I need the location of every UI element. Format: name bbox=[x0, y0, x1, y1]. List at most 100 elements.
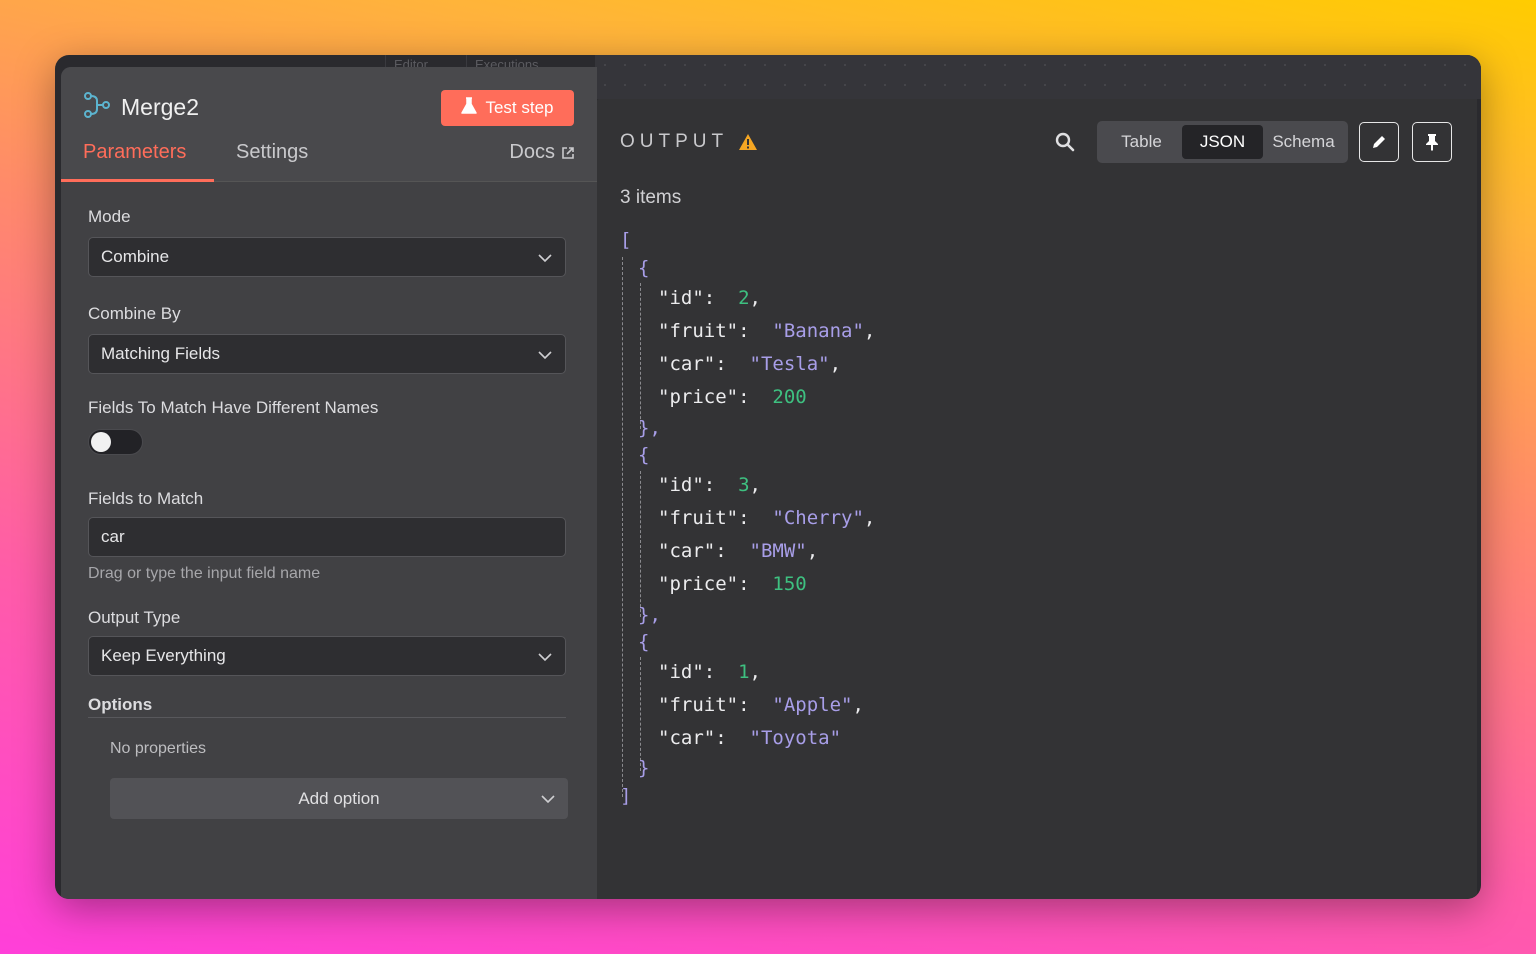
json-key: "car" bbox=[658, 353, 716, 375]
node-name[interactable]: Merge2 bbox=[121, 94, 199, 121]
json-line: "fruit": "Apple", bbox=[658, 694, 864, 716]
panel-header: Merge2 Test step Parameters Settings Doc… bbox=[61, 67, 597, 182]
fields-to-match-hint: Drag or type the input field name bbox=[88, 565, 321, 582]
node-title: Merge2 bbox=[83, 91, 199, 124]
workflow-canvas bbox=[595, 55, 1481, 99]
add-option-label: Add option bbox=[298, 788, 380, 808]
external-link-icon bbox=[562, 146, 574, 159]
json-value: "Banana" bbox=[772, 320, 864, 342]
mode-label: Mode bbox=[88, 207, 131, 226]
no-properties-text: No properties bbox=[110, 740, 207, 757]
json-value: 1 bbox=[738, 661, 750, 683]
combine-by-value: Matching Fields bbox=[101, 344, 221, 363]
view-schema[interactable]: Schema bbox=[1263, 125, 1344, 159]
parameters-panel: Merge2 Test step Parameters Settings Doc… bbox=[61, 67, 597, 899]
json-key: "id" bbox=[658, 474, 704, 496]
pin-data-button[interactable] bbox=[1412, 122, 1452, 162]
combine-by-select[interactable]: Matching Fields bbox=[88, 334, 566, 374]
json-key: "price" bbox=[658, 573, 739, 595]
json-close-array: ] bbox=[620, 785, 632, 807]
combine-by-label: Combine By bbox=[88, 304, 181, 323]
view-table[interactable]: Table bbox=[1101, 125, 1182, 159]
json-open-object: { bbox=[638, 257, 650, 279]
output-title: OUTPUT bbox=[620, 131, 729, 152]
chevron-down-icon bbox=[538, 351, 552, 360]
mode-value: Combine bbox=[101, 247, 170, 266]
chevron-down-icon bbox=[538, 254, 552, 263]
json-line: "car": "Tesla", bbox=[658, 353, 842, 375]
json-value: 150 bbox=[772, 573, 807, 595]
options-label: Options bbox=[88, 695, 153, 714]
json-key: "fruit" bbox=[658, 694, 739, 716]
output-type-value: Keep Everything bbox=[101, 646, 226, 665]
json-line: "fruit": "Banana", bbox=[658, 320, 876, 342]
tab-settings[interactable]: Settings bbox=[236, 141, 308, 164]
merge-node-icon bbox=[83, 91, 111, 124]
docs-label: Docs bbox=[509, 141, 555, 163]
json-open-object: { bbox=[638, 444, 650, 466]
toggle-knob bbox=[91, 432, 111, 452]
chevron-down-icon bbox=[541, 795, 555, 804]
pencil-icon bbox=[1373, 136, 1385, 148]
different-names-label: Fields To Match Have Different Names bbox=[88, 398, 379, 417]
json-guide-line bbox=[622, 257, 623, 797]
output-type-label: Output Type bbox=[88, 608, 181, 627]
search-icon[interactable] bbox=[1055, 132, 1075, 157]
output-type-select[interactable]: Keep Everything bbox=[88, 636, 566, 676]
json-value: "Apple" bbox=[772, 694, 853, 716]
json-guide-line bbox=[640, 471, 641, 617]
edit-output-button[interactable] bbox=[1359, 122, 1399, 162]
json-key: "id" bbox=[658, 661, 704, 683]
json-open-object: { bbox=[638, 631, 650, 653]
add-option-button[interactable]: Add option bbox=[110, 778, 568, 819]
view-switcher: Table JSON Schema bbox=[1097, 121, 1348, 163]
node-details-window: Editor Executions Merge2 Test step Param… bbox=[55, 55, 1481, 899]
test-step-button[interactable]: Test step bbox=[441, 90, 574, 126]
test-step-label: Test step bbox=[485, 98, 554, 117]
json-line: "car": "Toyota" bbox=[658, 727, 842, 749]
json-line: "id": 1, bbox=[658, 661, 761, 683]
active-tab-indicator bbox=[61, 179, 214, 182]
options-divider bbox=[88, 717, 566, 718]
pin-icon bbox=[1426, 134, 1438, 151]
json-guide-line bbox=[640, 657, 641, 771]
tab-parameters[interactable]: Parameters bbox=[83, 141, 186, 164]
fields-to-match-label: Fields to Match bbox=[88, 489, 204, 508]
fields-to-match-input[interactable]: car bbox=[88, 517, 566, 557]
json-key: "car" bbox=[658, 727, 716, 749]
json-key: "fruit" bbox=[658, 320, 739, 342]
json-key: "id" bbox=[658, 287, 704, 309]
flask-icon bbox=[461, 96, 478, 120]
warning-icon[interactable] bbox=[738, 133, 758, 151]
json-key: "price" bbox=[658, 386, 739, 408]
fields-to-match-value: car bbox=[101, 527, 125, 546]
mode-select[interactable]: Combine bbox=[88, 237, 566, 277]
json-value: 3 bbox=[738, 474, 750, 496]
json-line: "car": "BMW", bbox=[658, 540, 819, 562]
items-count: 3 items bbox=[620, 187, 682, 208]
json-value: "BMW" bbox=[749, 540, 807, 562]
json-line: "id": 3, bbox=[658, 474, 761, 496]
docs-link[interactable]: Docs bbox=[509, 141, 575, 164]
json-line: "price": 150 bbox=[658, 573, 807, 595]
json-open-array: [ bbox=[620, 229, 632, 251]
json-key: "car" bbox=[658, 540, 716, 562]
json-close-object: } bbox=[638, 757, 650, 779]
output-header: OUTPUT bbox=[620, 131, 758, 153]
json-value: "Tesla" bbox=[749, 353, 830, 375]
json-value: "Toyota" bbox=[749, 727, 842, 749]
json-close-object: }, bbox=[638, 604, 661, 626]
chevron-down-icon bbox=[538, 653, 552, 662]
json-value: "Cherry" bbox=[772, 507, 864, 529]
json-close-object: }, bbox=[638, 417, 661, 439]
json-line: "fruit": "Cherry", bbox=[658, 507, 876, 529]
json-value: 200 bbox=[772, 386, 807, 408]
view-json[interactable]: JSON bbox=[1182, 125, 1263, 159]
output-panel: OUTPUT Table JSON Schema 3 items [ {"id… bbox=[597, 99, 1477, 899]
different-names-toggle[interactable] bbox=[88, 429, 143, 455]
json-line: "price": 200 bbox=[658, 386, 807, 408]
json-guide-line bbox=[640, 283, 641, 429]
json-key: "fruit" bbox=[658, 507, 739, 529]
json-value: 2 bbox=[738, 287, 750, 309]
json-line: "id": 2, bbox=[658, 287, 761, 309]
